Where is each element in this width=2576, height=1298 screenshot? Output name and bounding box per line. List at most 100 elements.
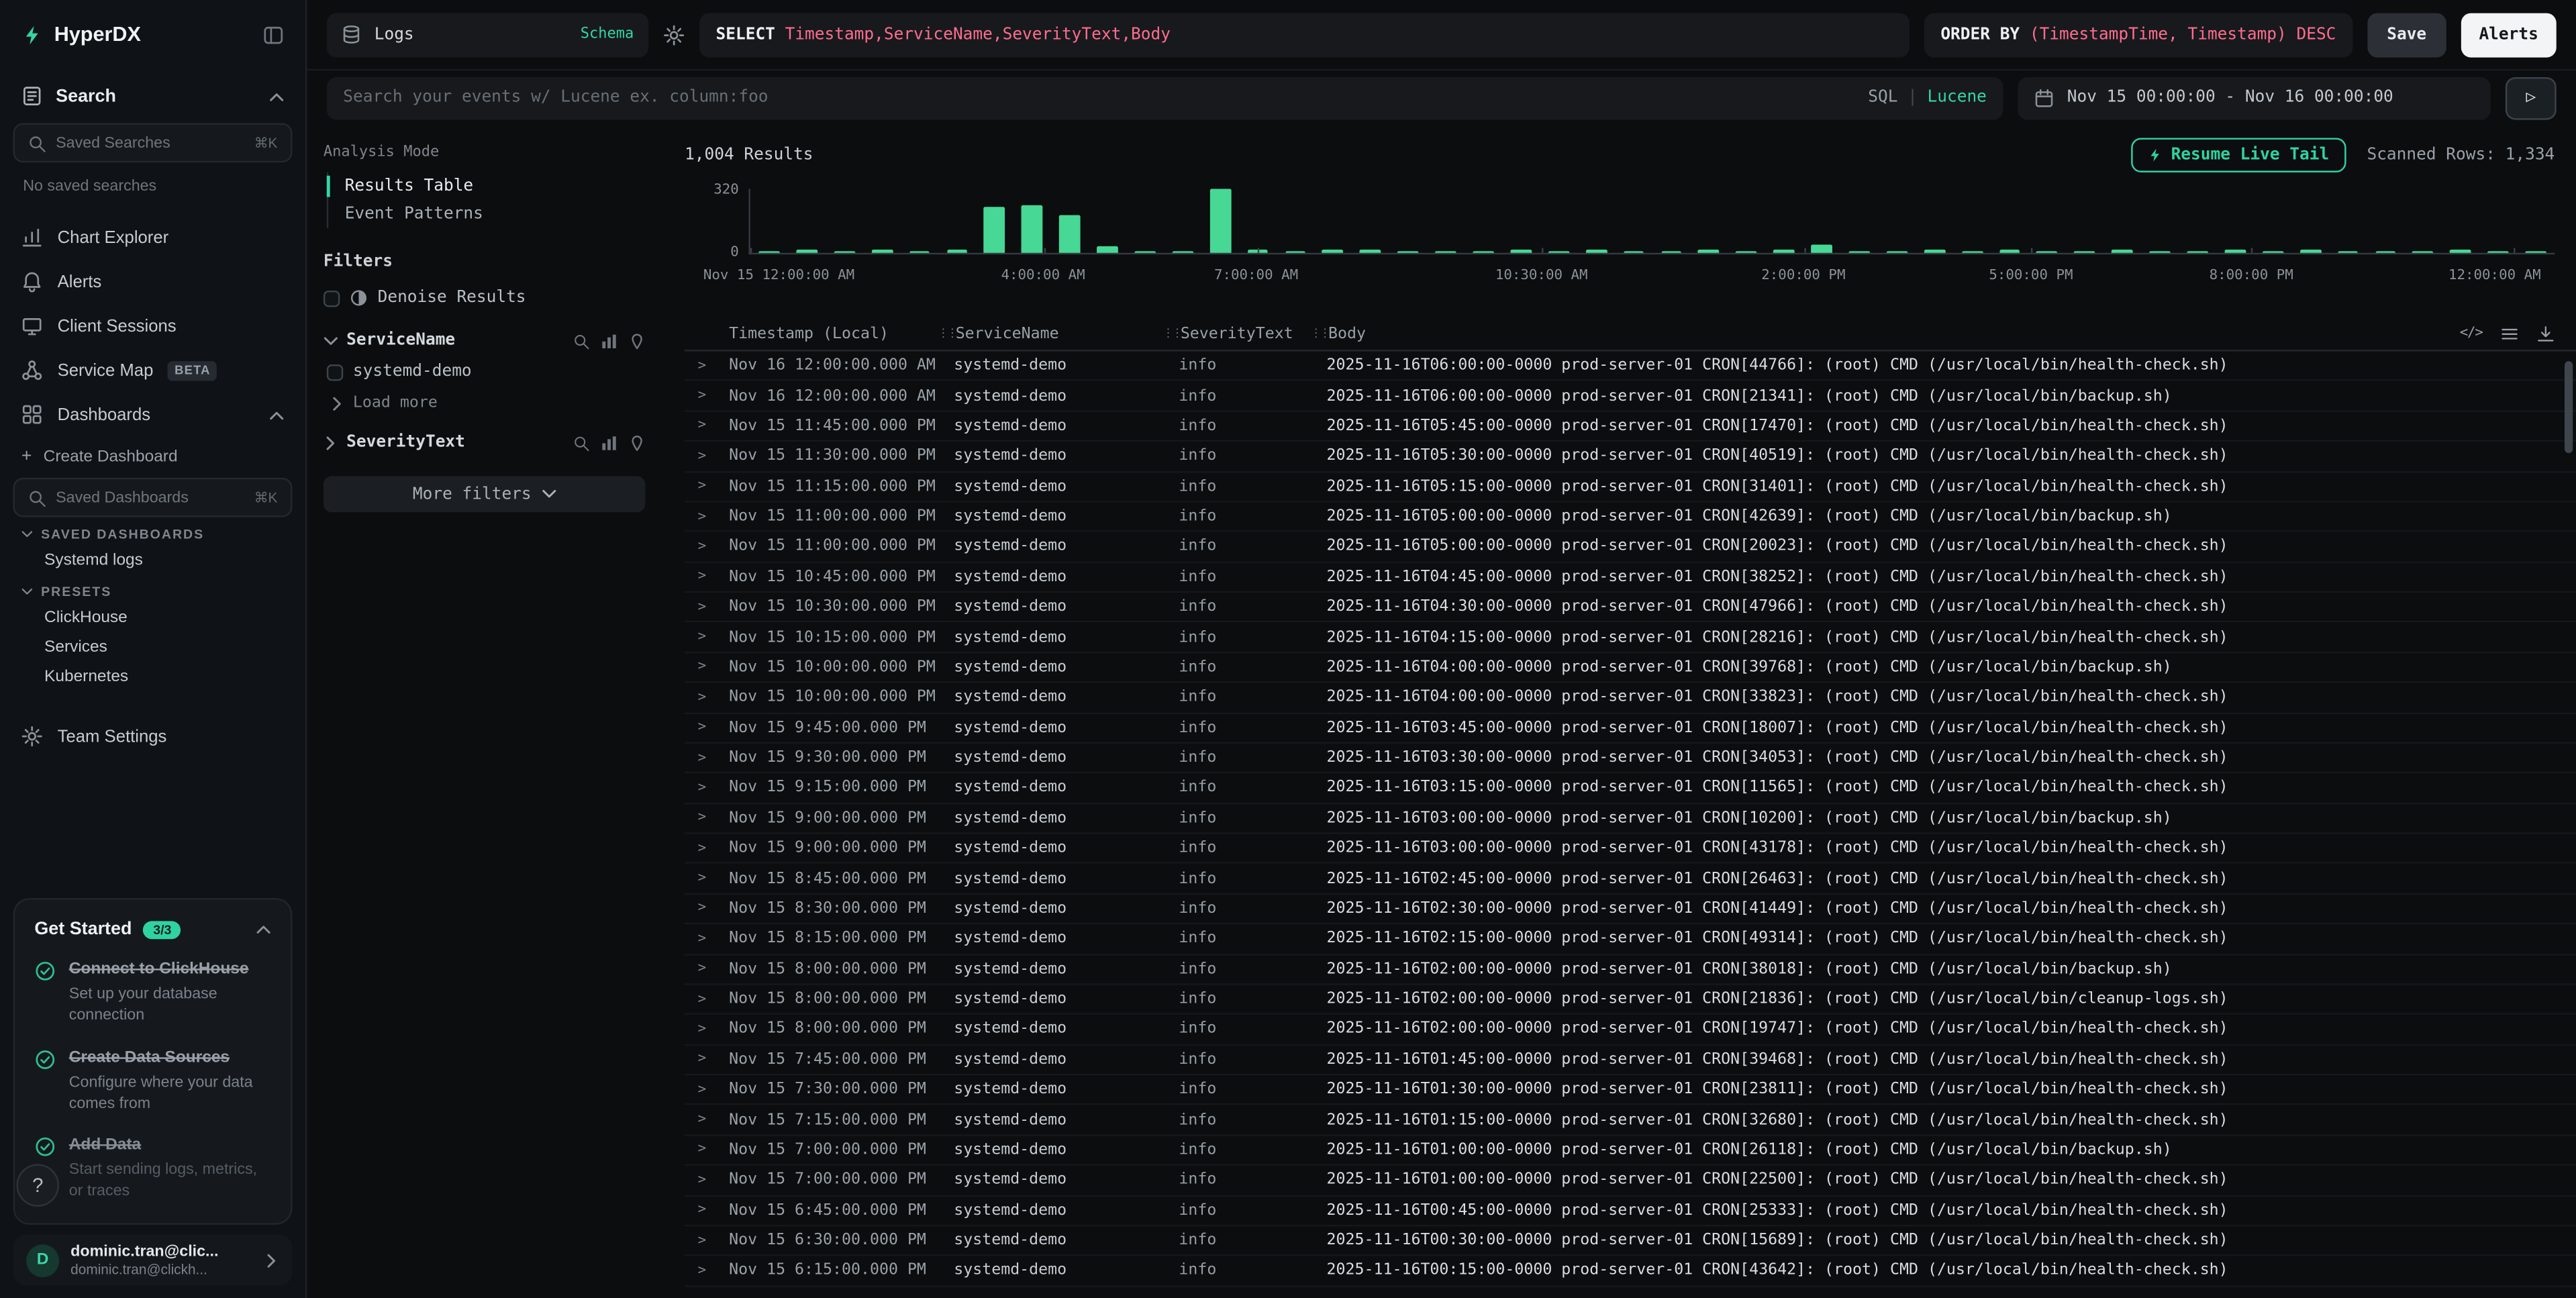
facet-pin-icon[interactable] bbox=[629, 332, 645, 348]
row-expand-icon[interactable]: > bbox=[685, 387, 714, 403]
event-search-input[interactable]: SQL | Lucene bbox=[327, 77, 2003, 119]
date-range-picker[interactable]: Nov 15 00:00:00 - Nov 16 00:00:00 bbox=[2018, 77, 2491, 119]
row-expand-icon[interactable]: > bbox=[685, 1172, 714, 1188]
resume-live-tail-button[interactable]: Resume Live Tail bbox=[2132, 138, 2346, 172]
histogram-bar[interactable] bbox=[2526, 251, 2546, 253]
row-expand-icon[interactable]: > bbox=[685, 991, 714, 1007]
histogram-bar[interactable] bbox=[871, 250, 892, 253]
sidebar-item-service-map[interactable]: Service Map BETA bbox=[0, 348, 305, 393]
histogram-bar[interactable] bbox=[2375, 250, 2396, 253]
alerts-button[interactable]: Alerts bbox=[2461, 12, 2557, 56]
histogram-bar[interactable] bbox=[1059, 215, 1080, 253]
histogram-bar[interactable] bbox=[1435, 250, 1456, 253]
mode-results-table[interactable]: Results Table bbox=[328, 172, 645, 201]
histogram-bar[interactable] bbox=[796, 250, 817, 253]
histogram-bar[interactable] bbox=[2263, 250, 2283, 252]
row-expand-icon[interactable]: > bbox=[685, 1021, 714, 1037]
facet-search-icon[interactable] bbox=[573, 332, 589, 348]
table-row[interactable]: >Nov 15 10:45:00.000 PMsystemd-demoinfo2… bbox=[685, 562, 2576, 593]
table-row[interactable]: >Nov 15 7:30:00.000 PMsystemd-demoinfo20… bbox=[685, 1075, 2576, 1105]
facet-servicename-header[interactable]: ServiceName bbox=[324, 332, 645, 350]
histogram-bar[interactable] bbox=[1209, 189, 1230, 252]
histogram-bar[interactable] bbox=[1510, 250, 1531, 253]
orderby-clause-input[interactable]: ORDER BY (TimestampTime, Timestamp) DESC bbox=[1924, 12, 2352, 56]
source-settings-gear-icon[interactable] bbox=[663, 23, 685, 45]
saved-searches-field[interactable] bbox=[56, 134, 244, 152]
create-dashboard-button[interactable]: + Create Dashboard bbox=[0, 437, 305, 473]
presets-section-header[interactable]: PRESETS bbox=[0, 575, 305, 603]
histogram-bar[interactable] bbox=[1022, 205, 1042, 253]
histogram-bar[interactable] bbox=[2413, 251, 2434, 253]
table-row[interactable]: >Nov 15 7:00:00.000 PMsystemd-demoinfo20… bbox=[685, 1166, 2576, 1196]
histogram-bar[interactable] bbox=[1548, 251, 1569, 253]
user-menu[interactable]: D dominic.tran@clic... dominic.tran@clic… bbox=[13, 1235, 293, 1286]
view-source-icon[interactable]: </> bbox=[2460, 325, 2483, 341]
histogram-bar[interactable] bbox=[2149, 251, 2170, 253]
histogram-bar[interactable] bbox=[1585, 250, 1606, 253]
histogram-bar[interactable] bbox=[1698, 250, 1719, 253]
run-query-button[interactable]: ▷ bbox=[2506, 77, 2557, 119]
table-row[interactable]: >Nov 15 8:30:00.000 PMsystemd-demoinfo20… bbox=[685, 895, 2576, 925]
facet-chart-icon[interactable] bbox=[601, 434, 617, 450]
more-filters-button[interactable]: More filters bbox=[324, 476, 645, 512]
histogram-bar[interactable] bbox=[1736, 251, 1756, 253]
histogram-bar[interactable] bbox=[1999, 250, 2020, 253]
table-row[interactable]: >Nov 15 8:00:00.000 PMsystemd-demoinfo20… bbox=[685, 1015, 2576, 1045]
row-expand-icon[interactable]: > bbox=[685, 1202, 714, 1218]
results-scrollbar[interactable] bbox=[2565, 361, 2573, 1292]
collapse-sidebar-icon[interactable] bbox=[262, 23, 284, 45]
table-row[interactable]: >Nov 15 10:00:00.000 PMsystemd-demoinfo2… bbox=[685, 653, 2576, 683]
row-expand-icon[interactable]: > bbox=[685, 1051, 714, 1067]
sidebar-item-search[interactable]: Search bbox=[0, 69, 305, 118]
facet-search-icon[interactable] bbox=[573, 434, 589, 450]
column-header-timestamp[interactable]: Timestamp (Local) bbox=[714, 324, 938, 342]
row-expand-icon[interactable]: > bbox=[685, 870, 714, 887]
mode-event-patterns[interactable]: Event Patterns bbox=[328, 200, 645, 228]
table-row[interactable]: >Nov 15 9:00:00.000 PMsystemd-demoinfo20… bbox=[685, 834, 2576, 864]
histogram-bar[interactable] bbox=[1924, 250, 1944, 253]
row-expand-icon[interactable]: > bbox=[685, 1081, 714, 1097]
row-expand-icon[interactable]: > bbox=[685, 1142, 714, 1158]
table-row[interactable]: >Nov 15 10:00:00.000 PMsystemd-demoinfo2… bbox=[685, 683, 2576, 713]
saved-dashboards-field[interactable] bbox=[56, 489, 244, 507]
table-row[interactable]: >Nov 15 7:45:00.000 PMsystemd-demoinfo20… bbox=[685, 1045, 2576, 1075]
table-row[interactable]: >Nov 15 11:00:00.000 PMsystemd-demoinfo2… bbox=[685, 532, 2576, 562]
help-button[interactable]: ? bbox=[16, 1164, 59, 1207]
histogram-bar[interactable] bbox=[2187, 251, 2208, 253]
sidebar-item-chart-explorer[interactable]: Chart Explorer bbox=[0, 215, 305, 259]
table-row[interactable]: >Nov 15 7:15:00.000 PMsystemd-demoinfo20… bbox=[685, 1105, 2576, 1136]
table-row[interactable]: >Nov 15 8:15:00.000 PMsystemd-demoinfo20… bbox=[685, 925, 2576, 955]
sidebar-item-clickhouse[interactable]: ClickHouse bbox=[0, 603, 305, 632]
table-row[interactable]: >Nov 15 11:15:00.000 PMsystemd-demoinfo2… bbox=[685, 472, 2576, 502]
row-expand-icon[interactable]: > bbox=[685, 719, 714, 736]
row-expand-icon[interactable]: > bbox=[685, 931, 714, 947]
column-header-body[interactable]: ⋮⋮ Body bbox=[1310, 324, 2576, 342]
sql-mode-option[interactable]: SQL bbox=[1868, 89, 1897, 107]
select-clause-input[interactable]: SELECT Timestamp,ServiceName,SeverityTex… bbox=[699, 12, 1910, 56]
row-expand-icon[interactable]: > bbox=[685, 448, 714, 464]
download-icon[interactable] bbox=[2536, 324, 2555, 342]
histogram-bar[interactable] bbox=[909, 250, 930, 252]
save-button[interactable]: Save bbox=[2367, 12, 2446, 56]
histogram-bar[interactable] bbox=[1473, 251, 1493, 253]
row-expand-icon[interactable]: > bbox=[685, 538, 714, 554]
facet-option-systemd-demo[interactable]: systemd-demo bbox=[327, 360, 646, 385]
histogram-bar[interactable] bbox=[2036, 251, 2057, 253]
table-row[interactable]: >Nov 15 8:00:00.000 PMsystemd-demoinfo20… bbox=[685, 954, 2576, 985]
load-more-button[interactable]: Load more bbox=[327, 394, 646, 412]
sidebar-item-systemd-logs[interactable]: Systemd logs bbox=[0, 545, 305, 575]
scrollbar-thumb[interactable] bbox=[2565, 361, 2573, 453]
sidebar-item-kubernetes[interactable]: Kubernetes bbox=[0, 662, 305, 691]
sidebar-item-team-settings[interactable]: Team Settings bbox=[0, 714, 305, 758]
row-expand-icon[interactable]: > bbox=[685, 960, 714, 977]
source-select[interactable]: Logs Schema bbox=[327, 12, 648, 56]
table-row[interactable]: >Nov 16 12:00:00.000 AMsystemd-demoinfo2… bbox=[685, 381, 2576, 411]
histogram-bar[interactable] bbox=[1773, 250, 1794, 253]
table-row[interactable]: >Nov 15 9:30:00.000 PMsystemd-demoinfo20… bbox=[685, 744, 2576, 774]
row-expand-icon[interactable]: > bbox=[685, 810, 714, 826]
histogram-bar[interactable] bbox=[2300, 250, 2321, 253]
row-expand-icon[interactable]: > bbox=[685, 1262, 714, 1279]
facet-severitytext-header[interactable]: SeverityText bbox=[324, 434, 645, 452]
row-expand-icon[interactable]: > bbox=[685, 358, 714, 374]
drag-handle-icon[interactable]: ⋮⋮ bbox=[1310, 328, 1322, 339]
